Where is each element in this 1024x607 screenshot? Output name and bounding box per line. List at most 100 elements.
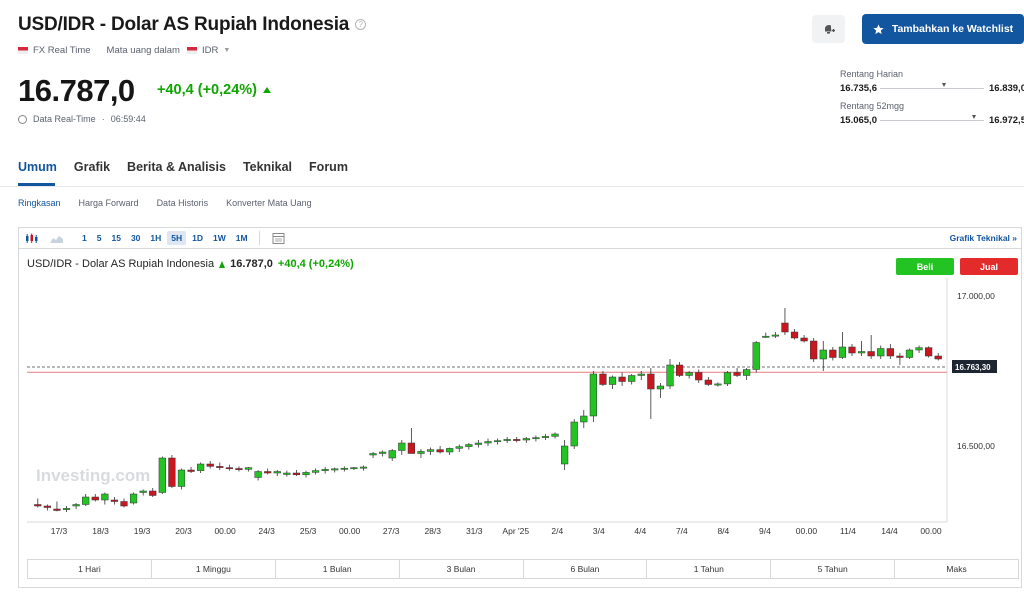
interval-1d[interactable]: 1D bbox=[188, 231, 207, 245]
current-price-label: 16.763,30 bbox=[955, 363, 991, 372]
alert-button[interactable] bbox=[812, 15, 845, 43]
chevron-down-icon[interactable]: ▼ bbox=[223, 47, 230, 54]
candle-body bbox=[292, 472, 301, 476]
candle-body bbox=[446, 448, 454, 453]
candle-body bbox=[503, 439, 511, 441]
x-tick-label: 27/3 bbox=[383, 526, 400, 536]
period-1-week[interactable]: 1 Minggu bbox=[152, 560, 276, 578]
52week-range-label: Rentang 52mgg bbox=[840, 101, 905, 111]
tab-teknikal[interactable]: Teknikal bbox=[243, 160, 292, 174]
candle-body bbox=[656, 385, 665, 390]
period-1-day[interactable]: 1 Hari bbox=[28, 560, 152, 578]
candle-body bbox=[723, 372, 732, 385]
interval-30[interactable]: 30 bbox=[127, 231, 144, 245]
candle-body bbox=[762, 335, 770, 338]
period-5-years[interactable]: 5 Tahun bbox=[771, 560, 896, 578]
candle-body bbox=[187, 469, 195, 472]
interval-1m[interactable]: 1M bbox=[232, 231, 252, 245]
id-flag-icon bbox=[186, 47, 197, 54]
main-tabs: Umum Grafik Berita & Analisis Teknikal F… bbox=[18, 160, 348, 174]
info-icon[interactable]: ? bbox=[355, 19, 367, 31]
chart-toolbar: 1 5 15 30 1H 5H 1D 1W 1M Grafik Teknikal… bbox=[19, 228, 1021, 249]
page-title: USD/IDR - Dolar AS Rupiah Indonesia? bbox=[18, 14, 367, 36]
candle-body bbox=[206, 463, 214, 467]
interval-1h[interactable]: 1H bbox=[146, 231, 165, 245]
settings-panel-icon[interactable] bbox=[272, 232, 285, 244]
interval-15[interactable]: 15 bbox=[107, 231, 124, 245]
candle-body bbox=[340, 467, 348, 470]
candle-body bbox=[934, 355, 942, 360]
period-6-months[interactable]: 6 Bulan bbox=[524, 560, 648, 578]
candle-body bbox=[407, 442, 415, 454]
chart-instrument-name: USD/IDR - Dolar AS Rupiah Indonesia bbox=[27, 258, 215, 270]
tab-forum[interactable]: Forum bbox=[309, 160, 348, 174]
interval-5[interactable]: 5 bbox=[93, 231, 106, 245]
instrument-meta: FX Real Time Mata uang dalam IDR ▼ bbox=[18, 45, 230, 56]
interval-1[interactable]: 1 bbox=[78, 231, 91, 245]
tab-grafik[interactable]: Grafik bbox=[74, 160, 110, 174]
period-1-year[interactable]: 1 Tahun bbox=[647, 560, 772, 578]
meta-currency-label: Mata uang dalam bbox=[106, 45, 180, 56]
period-3-months[interactable]: 3 Bulan bbox=[400, 560, 524, 578]
technical-chart-link[interactable]: Grafik Teknikal » bbox=[950, 233, 1017, 243]
interval-5h[interactable]: 5H bbox=[167, 231, 187, 245]
candlestick-type-icon[interactable] bbox=[25, 233, 38, 244]
area-type-icon[interactable] bbox=[50, 233, 63, 244]
sell-button[interactable]: Jual bbox=[960, 258, 1018, 275]
candle-body bbox=[72, 504, 80, 507]
subnav-konverter[interactable]: Konverter Mata Uang bbox=[226, 198, 312, 208]
interval-1w[interactable]: 1W bbox=[209, 231, 230, 245]
candle-body bbox=[158, 457, 166, 493]
candle-body bbox=[790, 331, 799, 339]
chart-title: USD/IDR - Dolar AS Rupiah Indonesia 16.7… bbox=[27, 258, 354, 270]
candle-body bbox=[608, 376, 617, 385]
candle-body bbox=[311, 470, 320, 473]
candle-body bbox=[561, 445, 569, 465]
candle-body bbox=[838, 346, 847, 358]
candle-body bbox=[896, 355, 904, 358]
buy-button[interactable]: Beli bbox=[896, 258, 954, 275]
y-tick-label: 17.000,00 bbox=[957, 291, 995, 301]
x-tick-label: 24/3 bbox=[258, 526, 275, 536]
candle-body bbox=[522, 438, 530, 441]
candle-body bbox=[369, 453, 377, 456]
candlestick-chart[interactable]: 17.000,00 16.500,00 16.763,30 17/3 18/3 19/3 2… bbox=[19, 278, 1021, 543]
candle-body bbox=[580, 415, 588, 423]
subnav-harga-forward[interactable]: Harga Forward bbox=[79, 198, 139, 208]
candle-body bbox=[34, 504, 42, 507]
x-tick-label: 4/4 bbox=[634, 526, 646, 536]
candle-body bbox=[197, 463, 205, 471]
tab-berita-analisis[interactable]: Berita & Analisis bbox=[127, 160, 226, 174]
candle-body bbox=[43, 505, 51, 508]
candle-body bbox=[570, 421, 578, 447]
candle-body bbox=[91, 496, 99, 501]
period-1-month[interactable]: 1 Bulan bbox=[276, 560, 400, 578]
candle-body bbox=[225, 467, 233, 470]
meta-currency[interactable]: IDR bbox=[202, 45, 218, 56]
candle-body bbox=[771, 334, 779, 337]
candle-body bbox=[254, 471, 262, 478]
last-price: 16.787,0 bbox=[18, 73, 135, 108]
candle-body bbox=[743, 369, 751, 376]
quote-time: 06:59:44 bbox=[110, 114, 146, 124]
candle-body bbox=[283, 472, 291, 475]
candle-body bbox=[541, 436, 550, 438]
candle-body bbox=[484, 441, 492, 444]
candle-body bbox=[264, 471, 272, 474]
subnav-ringkasan[interactable]: Ringkasan bbox=[18, 198, 61, 208]
x-tick-label: 20/3 bbox=[175, 526, 192, 536]
candle-body bbox=[867, 351, 875, 357]
candle-body bbox=[685, 372, 693, 376]
subnav-data-historis[interactable]: Data Historis bbox=[157, 198, 209, 208]
change-value: +40,4 bbox=[157, 82, 194, 98]
x-tick-label: 2/4 bbox=[551, 526, 563, 536]
candle-body bbox=[819, 349, 827, 360]
52week-range-marker bbox=[972, 115, 977, 119]
period-max[interactable]: Maks bbox=[895, 560, 1018, 578]
x-tick-label: 31/3 bbox=[466, 526, 483, 536]
candle-body bbox=[321, 469, 329, 471]
tab-umum[interactable]: Umum bbox=[18, 160, 57, 174]
x-tick-label: 3/4 bbox=[593, 526, 605, 536]
candle-body bbox=[273, 471, 281, 474]
add-to-watchlist-button[interactable]: Tambahkan ke Watchlist bbox=[862, 14, 1024, 44]
